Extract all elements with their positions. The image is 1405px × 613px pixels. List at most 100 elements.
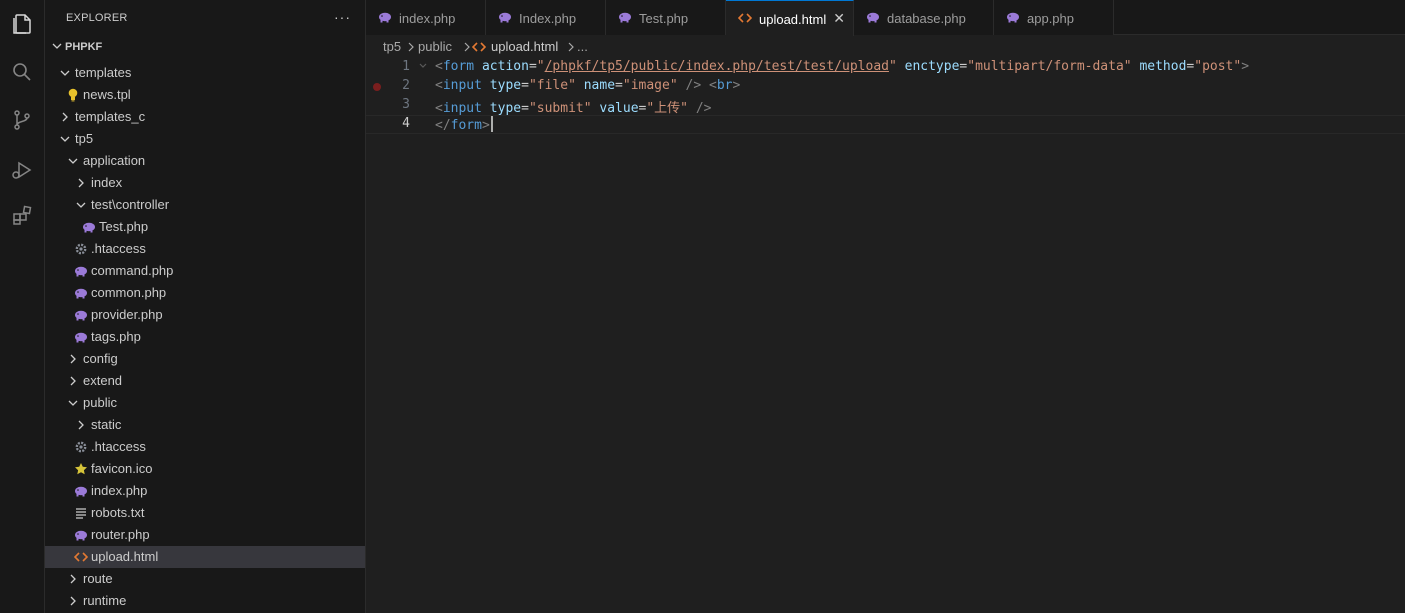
code-token: value bbox=[599, 101, 639, 116]
tree-item-label: Test.php bbox=[99, 219, 149, 234]
run-debug-icon[interactable] bbox=[8, 156, 36, 184]
breadcrumb-item[interactable]: ... bbox=[577, 39, 588, 54]
explorer-sidebar: EXPLORER ··· PHPKF templates news.tpl temp… bbox=[45, 0, 366, 613]
tree-item-label: extend bbox=[83, 373, 123, 388]
tree-file-item[interactable]: tags.php bbox=[45, 326, 365, 348]
lightbulb-icon bbox=[65, 87, 81, 103]
tree-item-label: news.tpl bbox=[83, 87, 131, 102]
line-number: 3 bbox=[402, 97, 410, 112]
workspace-root[interactable]: PHPKF bbox=[45, 37, 365, 57]
explorer-files-icon[interactable] bbox=[8, 10, 36, 38]
gear-icon bbox=[73, 439, 89, 455]
tree-file-item[interactable]: news.tpl bbox=[45, 84, 365, 106]
breadcrumb-item[interactable]: upload.html bbox=[491, 39, 558, 54]
tree-file-item[interactable]: common.php bbox=[45, 282, 365, 304]
tab-label: database.php bbox=[887, 11, 966, 26]
tree-item-label: provider.php bbox=[91, 307, 163, 322]
chevron-right-icon bbox=[408, 42, 414, 52]
search-icon[interactable] bbox=[8, 58, 36, 86]
tree-folder-item[interactable]: index bbox=[45, 172, 365, 194]
tree-item-label: upload.html bbox=[91, 549, 159, 564]
tab-upload-html[interactable]: upload.html ✕ bbox=[726, 0, 854, 36]
tab-database-php[interactable]: database.php bbox=[854, 0, 994, 35]
chevron-down-icon bbox=[60, 136, 70, 142]
code-line[interactable]: 2 <input type="file" name="image" /> <br> bbox=[366, 77, 1405, 96]
tab-index-php[interactable]: index.php bbox=[366, 0, 486, 35]
code-editor[interactable]: 1 <form action="/phpkf/tp5/public/index.p… bbox=[366, 58, 1405, 613]
chevron-right-icon bbox=[70, 354, 76, 364]
tree-file-item[interactable]: index.php bbox=[45, 480, 365, 502]
tree-file-item[interactable]: robots.txt bbox=[45, 502, 365, 524]
code-token: < bbox=[435, 101, 443, 116]
tab-label: Test.php bbox=[639, 11, 689, 26]
tree-folder-item[interactable]: templates bbox=[45, 62, 365, 84]
tree-folder-item[interactable]: static bbox=[45, 414, 365, 436]
chevron-down-icon bbox=[60, 70, 70, 76]
tree-folder-item[interactable]: extend bbox=[45, 370, 365, 392]
close-icon[interactable]: ✕ bbox=[833, 10, 845, 27]
tree-item-label: test\controller bbox=[91, 197, 170, 212]
tree-folder-item[interactable]: public bbox=[45, 392, 365, 414]
php-elephant-icon bbox=[73, 307, 89, 323]
tab-index-php[interactable]: Index.php bbox=[486, 0, 606, 35]
tree-file-item[interactable]: .htaccess bbox=[45, 238, 365, 260]
chevron-right-icon bbox=[78, 178, 84, 188]
code-line[interactable]: 4 </form> bbox=[366, 115, 1405, 134]
code-token: < bbox=[435, 59, 443, 74]
php-elephant-icon bbox=[73, 329, 89, 345]
breadcrumb-item[interactable]: tp5 bbox=[383, 39, 401, 54]
html-brackets-icon bbox=[471, 41, 487, 56]
extensions-icon[interactable] bbox=[8, 202, 36, 230]
code-content: </form> bbox=[435, 116, 493, 133]
code-content: <form action="/phpkf/tp5/public/index.ph… bbox=[435, 59, 1249, 74]
code-token: > bbox=[732, 78, 741, 93]
fold-chevron-icon[interactable] bbox=[418, 61, 428, 74]
more-actions-icon[interactable]: ··· bbox=[334, 9, 351, 25]
tree-file-item[interactable]: command.php bbox=[45, 260, 365, 282]
text-cursor bbox=[490, 116, 493, 132]
chevron-down-icon bbox=[76, 202, 86, 208]
tree-folder-item[interactable]: runtime bbox=[45, 590, 365, 612]
code-token: br bbox=[716, 78, 733, 93]
tree-folder-item[interactable]: config bbox=[45, 348, 365, 370]
code-line[interactable]: 1 <form action="/phpkf/tp5/public/index.p… bbox=[366, 58, 1405, 77]
tree-file-item[interactable]: favicon.ico bbox=[45, 458, 365, 480]
text-lines-icon bbox=[73, 505, 89, 521]
tree-item-label: tags.php bbox=[91, 329, 141, 344]
code-token: input bbox=[442, 78, 482, 93]
tab-label: Index.php bbox=[519, 11, 577, 26]
source-control-icon[interactable] bbox=[8, 106, 36, 134]
breadcrumb-item[interactable]: public bbox=[418, 39, 452, 54]
php-elephant-icon bbox=[378, 11, 394, 25]
breakpoint-dot-icon[interactable] bbox=[373, 83, 381, 91]
tree-file-item[interactable]: provider.php bbox=[45, 304, 365, 326]
line-number: 1 bbox=[402, 59, 410, 74]
tree-folder-item[interactable]: application bbox=[45, 150, 365, 172]
chevron-down-icon bbox=[68, 158, 78, 164]
code-token: type bbox=[489, 101, 522, 116]
html-brackets-icon bbox=[73, 549, 89, 565]
code-token: enctype bbox=[904, 59, 960, 74]
tree-folder-item[interactable]: templates_c bbox=[45, 106, 365, 128]
tab-app-php[interactable]: app.php bbox=[994, 0, 1114, 35]
code-line[interactable]: 3 <input type="submit" value="上传" /> bbox=[366, 96, 1405, 116]
code-token: " bbox=[888, 59, 897, 74]
tree-file-item[interactable]: .htaccess bbox=[45, 436, 365, 458]
tree-folder-item[interactable]: route bbox=[45, 568, 365, 590]
activity-bar bbox=[0, 0, 45, 613]
tab-test-php[interactable]: Test.php bbox=[606, 0, 726, 35]
tree-file-item[interactable]: router.php bbox=[45, 524, 365, 546]
code-content: <input type="submit" value="上传" /> bbox=[435, 97, 712, 116]
code-token: action bbox=[481, 59, 529, 74]
chevron-right-icon bbox=[464, 42, 470, 52]
tree-folder-item[interactable]: test\controller bbox=[45, 194, 365, 216]
tree-file-item[interactable]: upload.html bbox=[45, 546, 365, 568]
code-token: = bbox=[615, 78, 623, 93]
tree-folder-item[interactable]: tp5 bbox=[45, 128, 365, 150]
tree-file-item[interactable]: Test.php bbox=[45, 216, 365, 238]
tab-label: upload.html bbox=[759, 12, 827, 27]
chevron-right-icon bbox=[70, 596, 76, 606]
